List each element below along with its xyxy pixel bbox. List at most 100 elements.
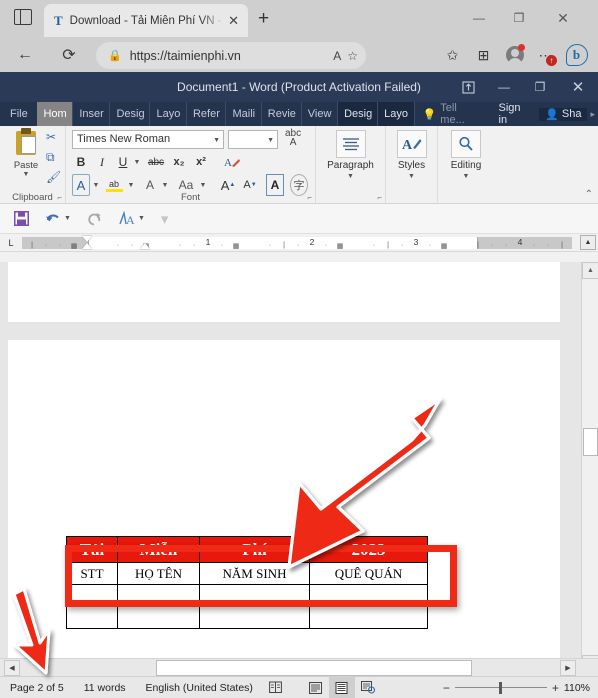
bold-button[interactable]: B bbox=[73, 152, 89, 172]
web-layout-view-icon[interactable] bbox=[355, 677, 381, 698]
ruler-scroll-up-icon[interactable]: ▲ bbox=[580, 235, 596, 250]
vertical-scrollbar[interactable]: ▲ ▼ bbox=[581, 262, 598, 672]
tab-table-design[interactable]: Desig bbox=[338, 102, 379, 126]
zoom-level[interactable]: 110% bbox=[564, 682, 590, 694]
collections-icon[interactable]: ⊞ bbox=[468, 41, 499, 69]
share-button[interactable]: 👤 Sha bbox=[539, 107, 588, 121]
font-dialog-launcher[interactable]: ⌐ bbox=[307, 193, 312, 202]
horizontal-scrollbar[interactable]: ◀ ▶ bbox=[0, 658, 598, 676]
tab-table-layout[interactable]: Layo bbox=[378, 102, 415, 126]
underline-chevron-down-icon[interactable]: ▼ bbox=[132, 152, 142, 172]
proofing-icon[interactable] bbox=[263, 677, 289, 698]
profile-avatar[interactable] bbox=[499, 41, 530, 69]
editing-search-icon[interactable] bbox=[451, 130, 481, 158]
print-layout-view-icon[interactable] bbox=[328, 676, 355, 698]
format-dropdown-arrow[interactable]: ▼ bbox=[138, 215, 145, 222]
table-cell[interactable] bbox=[117, 606, 200, 629]
font-size-input[interactable]: ▼ bbox=[228, 130, 278, 149]
first-line-indent-marker[interactable] bbox=[82, 236, 92, 242]
back-icon[interactable]: ← bbox=[10, 41, 40, 69]
word-count[interactable]: 11 words bbox=[74, 682, 136, 694]
save-icon[interactable] bbox=[14, 211, 29, 226]
word-minimize-button[interactable]: — bbox=[486, 72, 522, 102]
sign-in-button[interactable]: Sign in bbox=[491, 102, 540, 126]
scroll-right-icon[interactable]: ▶ bbox=[560, 660, 576, 676]
table-cell[interactable] bbox=[199, 606, 310, 629]
scroll-up-icon[interactable]: ▲ bbox=[582, 262, 598, 279]
browser-minimize-button[interactable]: — bbox=[462, 6, 496, 30]
italic-button[interactable]: I bbox=[94, 152, 110, 172]
font-name-input[interactable]: Times New Roman ▼ bbox=[72, 130, 224, 149]
tab-design[interactable]: Desig bbox=[110, 102, 151, 126]
copilot-bing-icon[interactable]: b bbox=[561, 41, 592, 69]
paste-button[interactable]: Paste ▼ bbox=[8, 128, 44, 178]
superscript-button[interactable]: x² bbox=[192, 152, 210, 172]
paragraph-dialog-launcher[interactable]: ⌐ bbox=[377, 193, 382, 202]
editing-dropdown-arrow[interactable]: ▼ bbox=[438, 173, 494, 180]
tab-stop-selector[interactable]: L bbox=[0, 234, 22, 251]
split-panel-icon[interactable] bbox=[14, 9, 34, 29]
clear-formatting-button[interactable]: abc A bbox=[285, 129, 301, 148]
read-aloud-icon[interactable]: A bbox=[333, 49, 341, 63]
underline-button[interactable]: U bbox=[115, 152, 131, 172]
tab-review[interactable]: Revie bbox=[262, 102, 302, 126]
undo-icon[interactable]: ▼ bbox=[45, 212, 71, 226]
table-cell[interactable] bbox=[66, 606, 118, 629]
tab-file[interactable]: File bbox=[0, 102, 37, 126]
zoom-in-button[interactable]: + bbox=[552, 681, 559, 695]
cut-icon[interactable]: ✂ bbox=[46, 130, 56, 144]
paragraph-dropdown-arrow[interactable]: ▼ bbox=[316, 173, 385, 180]
font-size-chevron-down-icon[interactable]: ▼ bbox=[267, 137, 274, 144]
zoom-out-button[interactable]: − bbox=[443, 681, 450, 695]
new-tab-button[interactable]: + bbox=[258, 9, 269, 29]
browser-close-button[interactable]: ✕ bbox=[546, 6, 580, 30]
font-name-chevron-down-icon[interactable]: ▼ bbox=[213, 137, 220, 144]
tab-view[interactable]: View bbox=[302, 102, 339, 126]
settings-more-icon[interactable]: ⋯ ↑ bbox=[530, 41, 561, 69]
vertical-scroll-thumb[interactable] bbox=[583, 428, 598, 456]
add-favorite-icon[interactable]: ☆ bbox=[347, 49, 358, 63]
document-canvas[interactable]: Taimienphi .vn Tải Miễn Phí 2023 STT HỌ … bbox=[0, 262, 598, 672]
tab-insert[interactable]: Inser bbox=[73, 102, 111, 126]
tab-mailings[interactable]: Maili bbox=[226, 102, 262, 126]
page-indicator[interactable]: Page 2 of 5 bbox=[0, 682, 74, 694]
styles-icon[interactable]: A bbox=[396, 130, 427, 158]
subscript-button[interactable]: x₂ bbox=[170, 152, 188, 172]
word-restore-button[interactable]: ❐ bbox=[522, 72, 558, 102]
format-painter-qat-icon[interactable]: A ▼ bbox=[118, 211, 145, 226]
tab-close-icon[interactable]: ✕ bbox=[225, 13, 242, 29]
scroll-left-icon[interactable]: ◀ bbox=[4, 660, 20, 676]
url-input[interactable]: 🔒 https://taimienphi.vn A ☆ bbox=[96, 42, 366, 69]
format-painter-icon[interactable]: 🖌 bbox=[46, 170, 61, 184]
redo-icon[interactable] bbox=[87, 212, 102, 226]
hanging-indent-marker[interactable] bbox=[82, 243, 92, 249]
tell-me-box[interactable]: 💡 Tell me... bbox=[415, 102, 491, 126]
tab-home[interactable]: Hom bbox=[37, 102, 74, 126]
language-indicator[interactable]: English (United States) bbox=[136, 682, 263, 694]
refresh-icon[interactable]: ⟳ bbox=[54, 41, 84, 69]
clipboard-dialog-launcher[interactable]: ⌐ bbox=[57, 193, 62, 202]
browser-maximize-button[interactable]: ❐ bbox=[502, 6, 536, 30]
zoom-slider[interactable] bbox=[454, 681, 547, 694]
read-mode-view-icon[interactable] bbox=[303, 677, 329, 698]
ribbon-display-options-icon[interactable] bbox=[450, 72, 486, 102]
browser-tab[interactable]: T Download - Tải Miễn Phí VN - Ph ✕ bbox=[44, 4, 248, 37]
left-indent-marker[interactable] bbox=[140, 243, 150, 249]
collapse-ribbon-icon[interactable]: ⌃ bbox=[585, 189, 593, 200]
clear-all-formatting-icon[interactable]: A bbox=[222, 152, 242, 172]
strikethrough-button[interactable]: abc bbox=[145, 152, 167, 172]
ruler-bar[interactable]: | · · ▦ · · ▦ · · 1 · ▦ · | · 2 · ▦ · | … bbox=[22, 234, 578, 251]
paste-dropdown-arrow[interactable]: ▼ bbox=[8, 171, 44, 178]
favorites-icon[interactable]: ✩ bbox=[437, 41, 468, 69]
undo-dropdown-arrow[interactable]: ▼ bbox=[64, 215, 71, 222]
copy-icon[interactable]: ⧉ bbox=[46, 150, 55, 165]
styles-dropdown-arrow[interactable]: ▼ bbox=[386, 173, 437, 180]
more-tabs-icon[interactable]: ▸ bbox=[587, 109, 598, 120]
zoom-slider-handle[interactable] bbox=[498, 681, 502, 694]
table-row[interactable] bbox=[66, 606, 428, 629]
horizontal-scroll-thumb[interactable] bbox=[156, 660, 472, 676]
tab-layout[interactable]: Layo bbox=[150, 102, 187, 126]
table-cell[interactable] bbox=[309, 606, 428, 629]
tab-references[interactable]: Refer bbox=[187, 102, 227, 126]
customize-qat-icon[interactable]: ▾ bbox=[161, 210, 169, 228]
